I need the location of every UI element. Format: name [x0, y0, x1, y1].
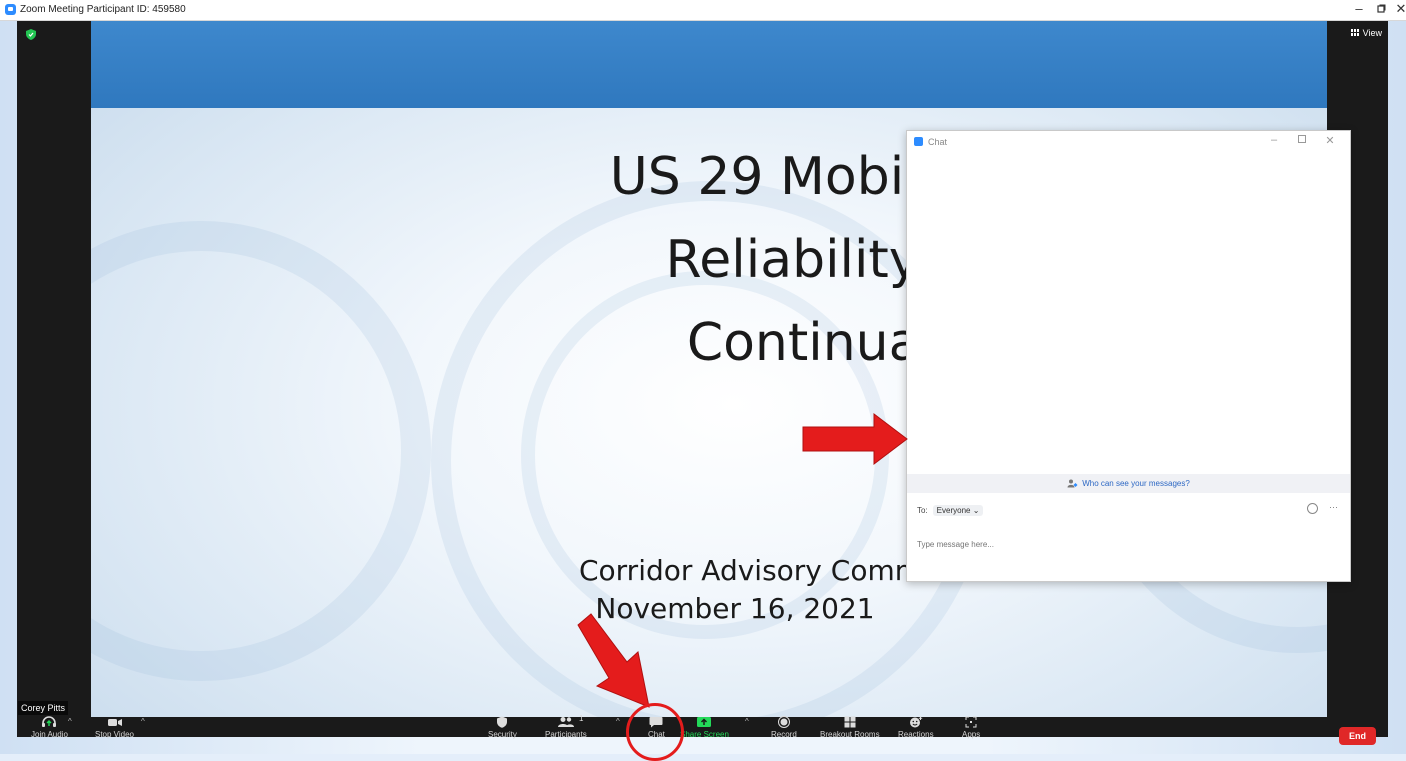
slide-subtitle-line: November 16, 2021 — [595, 592, 875, 625]
window-title: Zoom Meeting Participant ID: 459580 — [20, 4, 186, 15]
share-options-caret[interactable]: ^ — [745, 717, 749, 726]
chat-window-title: Chat — [928, 137, 948, 147]
share-screen-icon — [697, 717, 712, 727]
breakout-rooms-label: Breakout Rooms — [820, 730, 880, 739]
participants-count: 1 — [579, 714, 584, 723]
people-visibility-icon — [1067, 479, 1078, 488]
participant-name-tag: Corey Pitts — [18, 701, 69, 715]
audio-options-caret[interactable]: ^ — [68, 717, 72, 726]
join-audio-label: Join Audio — [31, 730, 68, 739]
recipient-dropdown[interactable]: Everyone ⌄ — [932, 505, 984, 516]
maximize-icon — [1298, 135, 1306, 143]
chat-titlebar: Chat – ✕ — [907, 131, 1350, 153]
apps-button[interactable]: Apps — [962, 716, 980, 739]
to-label: To: — [917, 506, 928, 515]
annotation-circle-chat — [626, 703, 684, 761]
headphones-icon — [42, 716, 57, 727]
chat-message-input[interactable] — [917, 524, 1337, 564]
record-icon — [777, 716, 790, 728]
video-options-caret[interactable]: ^ — [141, 717, 145, 726]
breakout-rooms-icon — [844, 716, 856, 728]
share-screen-button[interactable]: Share Screen — [680, 716, 729, 739]
grid-view-icon — [1350, 29, 1360, 37]
chat-minimize-button[interactable]: – — [1266, 134, 1282, 146]
zoom-meeting-window: Zoom Meeting Participant ID: 459580 – ✕ … — [0, 0, 1406, 761]
reactions-emoji-icon — [909, 716, 922, 728]
maximize-button[interactable] — [1370, 1, 1392, 16]
stop-video-label: Stop Video — [95, 730, 134, 739]
participants-button[interactable]: 1 Participants — [545, 714, 587, 739]
annotation-arrow-right — [802, 413, 908, 465]
slide-header-band — [91, 21, 1327, 108]
apps-label: Apps — [962, 730, 981, 739]
participants-label: Participants — [545, 730, 587, 739]
window-titlebar: Zoom Meeting Participant ID: 459580 – ✕ — [0, 0, 1406, 21]
recipient-row: To: Everyone ⌄ — [917, 505, 984, 516]
who-can-see-bar[interactable]: Who can see your messages? — [907, 474, 1350, 493]
end-meeting-button[interactable]: End — [1339, 727, 1376, 745]
meeting-toolbar: Join Audio ^ Stop Video ^ Security 1 Par… — [17, 714, 1388, 745]
chat-window: Chat – ✕ Who can see your messages? To: … — [906, 130, 1351, 582]
apps-icon — [965, 716, 977, 728]
share-screen-label: Share Screen — [680, 730, 729, 739]
who-can-see-link[interactable]: Who can see your messages? — [1082, 479, 1190, 488]
security-shield-icon — [497, 716, 508, 728]
annotation-arrow-down — [577, 613, 650, 708]
reactions-button[interactable]: Reactions — [898, 716, 934, 739]
encryption-shield-icon[interactable] — [26, 29, 36, 40]
chat-message-list[interactable] — [907, 153, 1350, 474]
view-button[interactable]: View — [1350, 28, 1382, 38]
participants-icon — [557, 717, 574, 727]
minimize-button[interactable]: – — [1348, 1, 1370, 16]
security-button[interactable]: Security — [488, 716, 517, 739]
emoji-icon[interactable] — [1307, 503, 1318, 514]
video-camera-icon — [107, 719, 122, 726]
record-label: Record — [771, 730, 797, 739]
zoom-chat-icon — [914, 137, 923, 146]
join-audio-button[interactable]: Join Audio — [31, 716, 68, 739]
more-options-icon[interactable]: ··· — [1329, 502, 1338, 512]
recipient-value: Everyone — [936, 506, 971, 515]
participants-options-caret[interactable]: ^ — [616, 717, 620, 726]
zoom-app-icon — [5, 4, 16, 15]
restore-icon — [1376, 4, 1385, 13]
stop-video-button[interactable]: Stop Video — [95, 716, 134, 739]
close-button[interactable]: ✕ — [1390, 1, 1406, 17]
chat-close-button[interactable]: ✕ — [1322, 134, 1338, 147]
reactions-label: Reactions — [898, 730, 934, 739]
chevron-down-icon: ⌄ — [972, 506, 980, 515]
security-label: Security — [488, 730, 517, 739]
breakout-rooms-button[interactable]: Breakout Rooms — [820, 716, 880, 739]
view-label: View — [1362, 28, 1382, 38]
chat-maximize-button[interactable] — [1294, 134, 1310, 146]
record-button[interactable]: Record — [771, 716, 797, 739]
